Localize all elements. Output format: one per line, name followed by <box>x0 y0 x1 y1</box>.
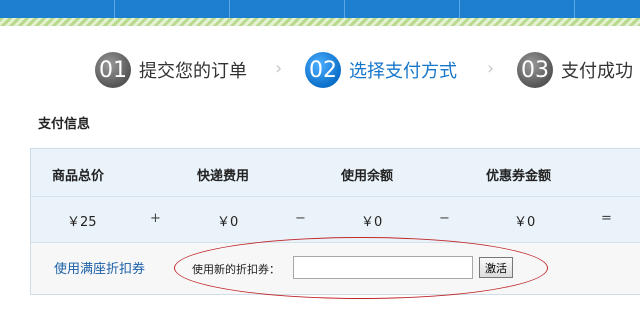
value-balance-used: ￥0 <box>361 215 383 230</box>
header-balance-used: 使用余额 <box>341 169 394 184</box>
step-label: 选择支付方式 <box>349 61 457 82</box>
step-choose-payment: 02 选择支付方式 <box>305 50 457 90</box>
step-label: 提交您的订单 <box>139 61 247 82</box>
table-row: ￥25 + ￥0 − ￥0 − ￥0 = <box>31 197 640 243</box>
nav-divider <box>229 0 230 18</box>
step-payment-success: 03 支付成功 <box>517 50 633 90</box>
operator-minus: − <box>439 211 450 226</box>
step-number: 01 <box>95 52 131 88</box>
table-header-row: 商品总价 快递费用 使用余额 优惠券金额 <box>31 149 640 197</box>
nav-divider <box>574 0 575 18</box>
step-number: 03 <box>517 52 553 88</box>
coupon-row: 使用满座折扣券 使用新的折扣券： 激活 <box>31 243 640 294</box>
operator-equals: = <box>601 211 612 226</box>
nav-divider <box>344 0 345 18</box>
value-coupon-amount: ￥0 <box>514 215 536 230</box>
nav-divider <box>459 0 460 18</box>
coupon-label: 使用新的折扣券： <box>192 263 280 276</box>
header-goods-total: 商品总价 <box>52 169 105 184</box>
value-goods-total: ￥25 <box>67 215 97 230</box>
header-shipping-fee: 快递费用 <box>197 169 250 184</box>
coupon-code-input[interactable] <box>293 256 473 279</box>
payment-table: 商品总价 快递费用 使用余额 优惠券金额 ￥25 + ￥0 − ￥0 − ￥0 … <box>30 148 640 295</box>
operator-plus: + <box>150 211 161 226</box>
step-arrow-icon: › <box>275 58 283 79</box>
checkout-steps: 01 提交您的订单 › 02 选择支付方式 › 03 支付成功 <box>0 50 640 90</box>
activate-button[interactable]: 激活 <box>479 257 513 278</box>
step-submit-order: 01 提交您的订单 <box>95 50 247 90</box>
step-arrow-icon: › <box>487 58 495 79</box>
operator-minus: − <box>295 211 306 226</box>
section-title: 支付信息 <box>38 117 91 132</box>
top-nav-bar <box>0 0 640 18</box>
step-number: 02 <box>305 52 341 88</box>
value-shipping-fee: ￥0 <box>217 215 239 230</box>
step-label: 支付成功 <box>561 61 633 82</box>
decorative-stripe <box>0 18 640 26</box>
nav-divider <box>114 0 115 18</box>
use-coupon-link[interactable]: 使用满座折扣券 <box>54 258 145 277</box>
header-coupon-amount: 优惠券金额 <box>486 169 552 184</box>
